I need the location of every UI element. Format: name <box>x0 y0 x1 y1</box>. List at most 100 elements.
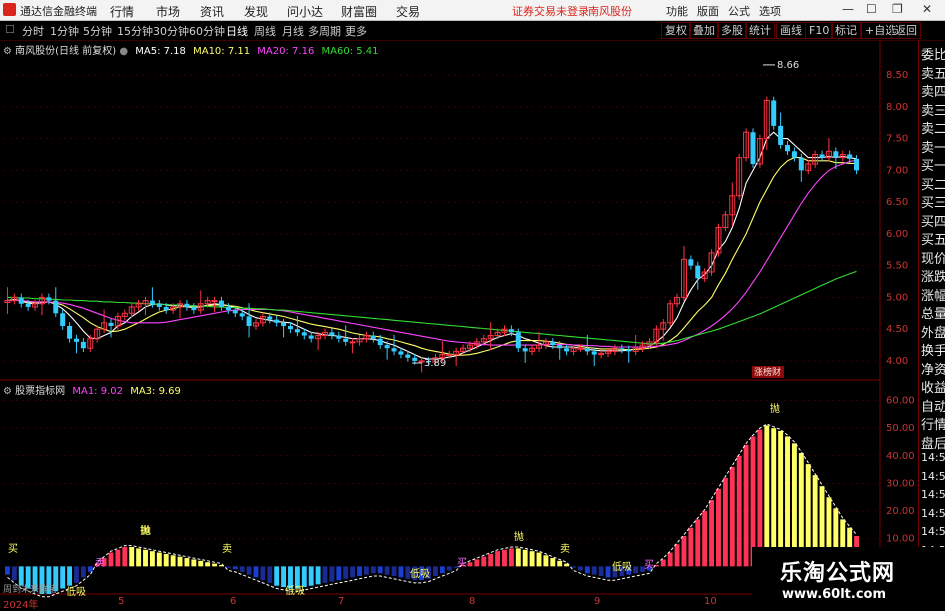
candle-body-up <box>446 354 453 357</box>
indicator-bar <box>605 566 611 578</box>
right-panel-item: 卖二 <box>921 122 945 137</box>
indicator-bar <box>764 425 770 567</box>
indicator-bar <box>122 547 128 567</box>
bottom-note: 周到未来群猪 <box>3 585 58 595</box>
indicator-bar <box>198 560 204 567</box>
candle-body-down <box>550 341 556 346</box>
indicator-tick-label: 60.00 <box>886 396 915 407</box>
indicator-bar <box>329 566 335 582</box>
candle-body-down <box>287 326 293 330</box>
indicator-bar <box>709 500 715 567</box>
indicator-bar <box>577 566 583 571</box>
right-panel-item: 现价 <box>921 251 945 267</box>
candle-body-down <box>239 313 245 317</box>
candle-body-down <box>232 310 238 314</box>
indicator-bar <box>87 566 93 572</box>
candle-body-down <box>398 351 404 355</box>
indicator-bar <box>722 477 728 567</box>
indicator-bar <box>536 552 542 567</box>
indicator-bar <box>550 558 556 567</box>
indicator-bar <box>515 548 521 567</box>
indicator-bar <box>674 544 680 567</box>
right-panel-item: 卖三 <box>921 103 945 119</box>
indicator-bar <box>398 566 404 578</box>
indicator-bar <box>239 566 245 572</box>
indicator-bar <box>225 566 231 568</box>
candle-body-down <box>25 303 31 307</box>
indicator-bar <box>170 555 176 567</box>
right-panel-item: 委比 <box>921 48 945 63</box>
candle-body-down <box>771 100 777 126</box>
indicator-bar <box>322 566 328 583</box>
price-tick-label: 8.00 <box>886 102 908 113</box>
right-panel-item: 14:50 <box>921 488 945 501</box>
right-panel-item: 14:50 <box>921 506 945 520</box>
candle-body-down <box>819 154 825 158</box>
indicator-bar <box>702 511 708 567</box>
indicator-bar <box>384 566 390 575</box>
candle-body-down <box>785 144 791 152</box>
indicator-annotation: 低吸 <box>612 560 632 573</box>
indicator-annotation: 买 <box>457 557 467 569</box>
watermark: 乐淘公式网 www.60lt.com <box>752 547 945 609</box>
x-label-jun: 6 <box>230 596 237 607</box>
right-panel-item: 卖一 <box>921 140 945 156</box>
watermark-title: 乐淘公式网 <box>780 561 896 586</box>
x-label-aug: 8 <box>469 596 476 607</box>
indicator-bar <box>336 566 342 581</box>
indicator-bar <box>716 488 721 567</box>
indicator-tick-label: 30.00 <box>886 478 915 489</box>
indicator-bar <box>308 566 314 586</box>
indicator-bar <box>370 566 376 574</box>
candle-body-down <box>308 335 314 339</box>
indicator-bar <box>508 548 514 567</box>
candle-body-down <box>619 348 625 350</box>
x-label-may: 5 <box>118 596 125 607</box>
candle-body-down <box>508 329 514 333</box>
ma-line <box>7 270 857 345</box>
indicator-bar <box>771 428 777 567</box>
indicator-bar <box>177 556 183 567</box>
indicator-bar <box>391 566 397 577</box>
candle-body-up <box>577 347 584 350</box>
indicator-bar <box>350 566 356 578</box>
candle-body-down <box>329 332 335 336</box>
candle-body-down <box>798 157 804 171</box>
candle-body-up <box>211 300 218 303</box>
indicator-bar <box>184 558 190 567</box>
x-axis: 2024年 5 6 7 8 9 10 <box>0 596 880 611</box>
indicator-bar <box>591 566 597 575</box>
watermark-url: www.60lt.com <box>782 587 887 602</box>
candle-body-down <box>854 158 860 171</box>
right-panel-item: 总量 <box>921 307 945 322</box>
indicator-annotation: 买 <box>8 543 18 555</box>
indicator-tick-label: 50.00 <box>886 423 915 434</box>
candle-body-down <box>246 316 252 326</box>
indicator-bar <box>5 566 10 575</box>
candle-body-down <box>515 332 521 349</box>
indicator-bar <box>80 566 86 578</box>
indicator-bar <box>736 455 742 567</box>
right-panel-item: 自动 <box>921 399 945 415</box>
indicator-bar <box>660 559 666 567</box>
candle-body-down <box>370 335 376 339</box>
indicator-annotation: 买 <box>644 559 654 571</box>
candle-body-down <box>847 154 853 159</box>
indicator-bar <box>681 535 687 567</box>
candle-body-down <box>695 265 701 279</box>
right-panel-item: 买一 <box>921 159 945 174</box>
price-tick-label: 4.00 <box>886 356 908 367</box>
indicator-bar <box>136 548 142 567</box>
price-tick-label: 7.50 <box>886 134 908 145</box>
right-info-panel: 委比 卖五 卖四 卖三 卖二 卖一 买一 买二 买三 买四 买五 现价 涨跌 涨幅 总量 外盘 换手 净资 收益 自动… <box>918 41 945 609</box>
indicator-bar <box>74 566 79 583</box>
indicator-annotation: 抛 <box>514 530 524 543</box>
indicator-annotation: 低吸 <box>410 567 430 580</box>
candle-body-down <box>184 303 190 307</box>
indicator-bar <box>557 560 563 567</box>
candle-body-down <box>191 306 197 311</box>
indicator-annotation: 卖 <box>95 557 105 569</box>
indicator-bar <box>433 566 438 577</box>
kline-chart[interactable]: 4.00 4.50 5.00 5.50 6.00 6.50 7.00 7.50 8.00 8.50… <box>0 0 945 609</box>
candle-body-down <box>564 348 570 352</box>
